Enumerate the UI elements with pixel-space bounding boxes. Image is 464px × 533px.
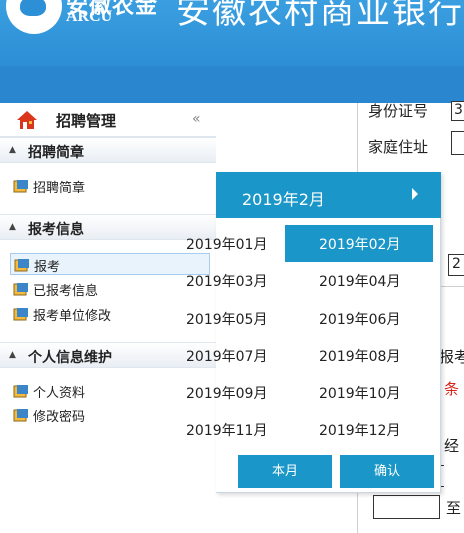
group-label: 个人信息维护	[28, 350, 112, 366]
sidebar-header: 招聘管理 «	[0, 103, 216, 137]
sidebar-item-recruitment-brochure[interactable]: 招聘简章	[10, 175, 210, 197]
month-option[interactable]: 2019年02月	[319, 234, 400, 254]
group-application-info[interactable]: ▲ 报考信息	[0, 214, 216, 240]
sidebar-item-label: 已报考信息	[33, 284, 99, 299]
group-label: 报考信息	[28, 222, 84, 238]
id-number-value: 3	[454, 102, 463, 118]
menu-item-icon	[13, 409, 28, 422]
sidebar-item-label: 招聘简章	[33, 181, 86, 196]
to-label: 至	[446, 499, 462, 517]
form-row-line	[441, 286, 464, 287]
group-personal-info[interactable]: ▲ 个人信息维护	[0, 342, 216, 368]
sidebar-item-personal-profile[interactable]: 个人资料	[10, 380, 210, 402]
month-option[interactable]: 2019年11月	[186, 420, 267, 440]
month-picker-header: 2019年2月	[216, 172, 441, 218]
sidebar: 招聘管理 « ▲ 招聘简章 招聘简章 ▲ 报考信息 报考 已报考信息 报考单位修…	[0, 103, 216, 533]
field-input[interactable]: 2	[448, 254, 464, 276]
home-address-input[interactable]	[451, 131, 464, 155]
collapse-sidebar-button[interactable]: «	[192, 111, 201, 127]
menu-item-icon	[13, 308, 28, 321]
sidebar-item-modify-unit[interactable]: 报考单位修改	[10, 303, 210, 325]
logo-english-text: ARCU	[66, 8, 113, 25]
group-label: 招聘简章	[28, 145, 84, 161]
month-option[interactable]: 2019年08月	[319, 346, 400, 366]
this-month-button[interactable]: 本月	[238, 455, 332, 488]
menu-item-icon	[14, 259, 29, 272]
header-band	[0, 66, 464, 103]
sidebar-item-label: 报考	[34, 260, 61, 275]
collapse-triangle-icon: ▲	[9, 222, 16, 232]
apply-label-fragment: 报考	[439, 348, 464, 366]
id-number-label: 身份证号	[368, 102, 429, 120]
month-option[interactable]: 2019年06月	[319, 309, 400, 329]
month-picker-title: 2019年2月	[242, 190, 325, 209]
menu-item-icon	[13, 180, 28, 193]
home-address-label: 家庭住址	[368, 138, 429, 156]
month-option[interactable]: 2019年01月	[186, 234, 267, 254]
menu-item-icon	[13, 385, 28, 398]
sidebar-item-apply[interactable]: 报考	[10, 253, 210, 275]
sidebar-item-change-password[interactable]: 修改密码	[10, 404, 210, 426]
collapse-triangle-icon: ▲	[9, 350, 16, 360]
experience-label-fragment: 经	[444, 437, 460, 455]
confirm-button[interactable]: 确认	[340, 455, 434, 488]
month-option[interactable]: 2019年05月	[186, 309, 267, 329]
header-banner: 安徽农金 ARCU 安徽农村商业银行员工	[0, 0, 464, 103]
month-option[interactable]: 2019年03月	[186, 271, 267, 291]
next-year-arrow-icon[interactable]	[412, 188, 418, 200]
menu-item-icon	[13, 283, 28, 296]
month-option[interactable]: 2019年07月	[186, 346, 267, 366]
sidebar-item-label: 报考单位修改	[33, 309, 112, 324]
group-recruitment-brochure[interactable]: ▲ 招聘简章	[0, 137, 216, 163]
month-option[interactable]: 2019年12月	[319, 420, 400, 440]
month-picker: 2019年2月 2019年01月 2019年02月 2019年03月 2019年04月…	[186, 172, 441, 493]
collapse-triangle-icon: ▲	[9, 145, 16, 155]
sidebar-item-label: 个人资料	[33, 386, 86, 401]
bank-logo-icon	[6, 0, 62, 34]
field-value: 2	[452, 256, 461, 272]
condition-label-fragment: 条	[444, 380, 460, 398]
month-option[interactable]: 2019年09月	[186, 383, 267, 403]
banner-title: 安徽农村商业银行员工	[176, 0, 464, 32]
month-option[interactable]: 2019年04月	[319, 271, 400, 291]
id-number-input[interactable]: 3	[451, 101, 464, 121]
home-icon	[17, 111, 37, 129]
sidebar-item-applied-info[interactable]: 已报考信息	[10, 278, 210, 300]
sidebar-title: 招聘管理	[56, 112, 117, 130]
sidebar-item-label: 修改密码	[33, 410, 86, 425]
month-option[interactable]: 2019年10月	[319, 383, 400, 403]
experience-start-input[interactable]	[373, 495, 440, 519]
